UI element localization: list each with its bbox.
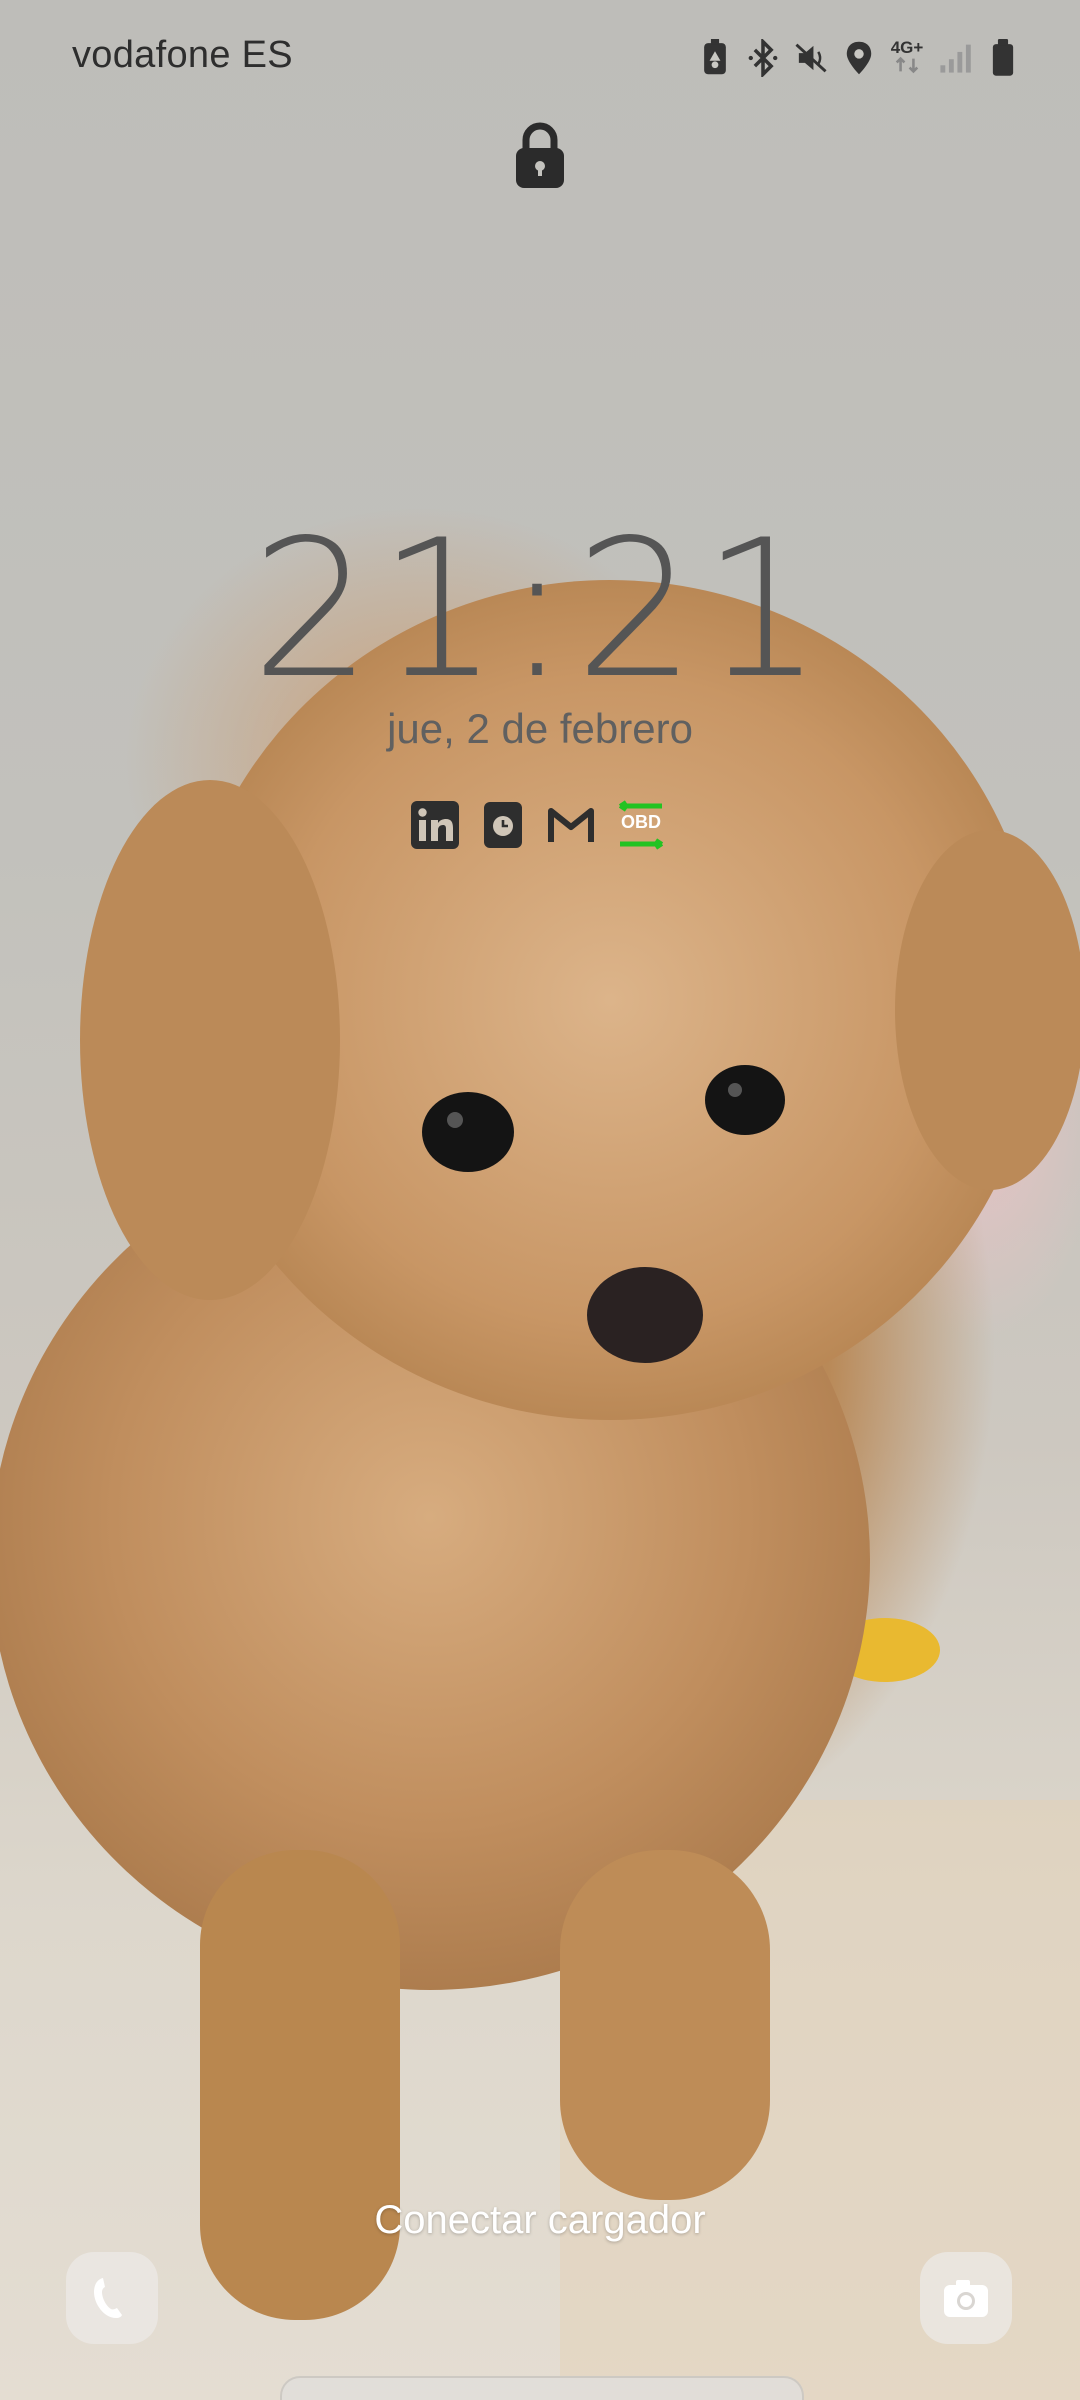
clock-time: 21:21 [251,499,829,720]
lock-screen: vodafone ES 4G+ 21:21 jue, 2 de febrero … [0,0,1080,2400]
vibrate-mute-icon [794,39,828,77]
signal-icon [938,39,972,77]
notification-icons[interactable]: OBD [410,800,668,850]
home-indicator[interactable] [280,2376,804,2400]
wallpaper-image [0,580,1080,2400]
gmail-icon [546,800,596,850]
lock-icon[interactable] [512,120,568,192]
linkedin-icon [410,800,460,850]
battery-saver-icon [698,39,732,77]
location-icon [842,39,876,77]
charger-hint: Conectar cargador [374,2198,706,2242]
phone-icon [94,2278,122,2318]
camera-shortcut-button[interactable] [920,2252,1012,2344]
clock-app-icon [478,800,528,850]
status-bar: vodafone ES 4G+ [0,0,1080,120]
bluetooth-icon [746,37,780,79]
battery-icon [986,39,1020,77]
obd-icon: OBD [614,800,668,850]
status-icons: 4G+ [698,37,1020,79]
phone-shortcut-button[interactable] [66,2252,158,2344]
camera-icon [944,2280,988,2317]
carrier-label: vodafone ES [72,34,293,76]
clock-date: jue, 2 de febrero [387,705,693,752]
network-4g-icon: 4G+ [890,39,924,77]
obd-label: OBD [621,812,661,832]
